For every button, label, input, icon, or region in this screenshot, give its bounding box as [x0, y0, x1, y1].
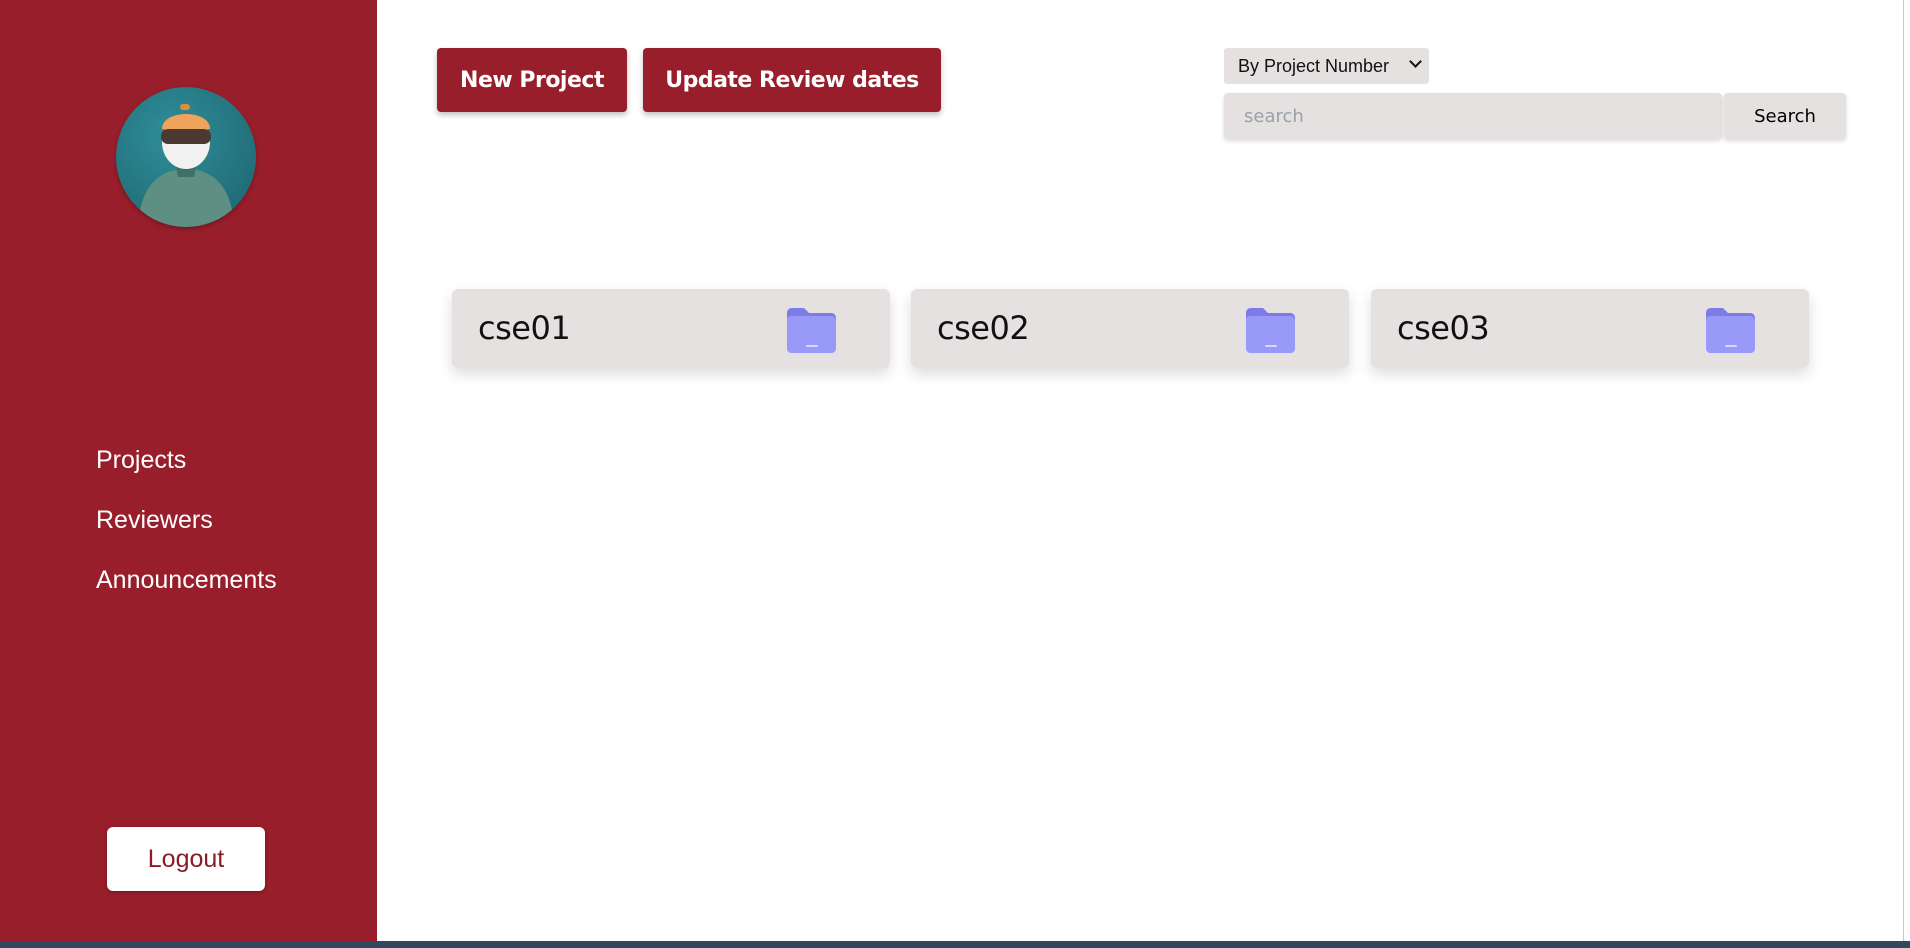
sort-select-value: By Project Number — [1238, 55, 1390, 76]
window-border — [1903, 0, 1910, 941]
project-name: cse01 — [478, 309, 571, 347]
project-name: cse03 — [1397, 309, 1490, 347]
project-card-cse03[interactable]: cse03 — [1371, 289, 1809, 368]
logout-button[interactable]: Logout — [107, 827, 265, 891]
search-button[interactable]: Search — [1724, 93, 1846, 139]
search-input[interactable] — [1224, 93, 1722, 139]
sidebar-item-reviewers[interactable]: Reviewers — [96, 506, 213, 535]
sort-select[interactable]: By Project Number — [1224, 48, 1429, 84]
update-review-dates-button[interactable]: Update Review dates — [643, 48, 941, 112]
sidebar-item-announcements[interactable]: Announcements — [96, 566, 277, 595]
folder-icon — [787, 308, 836, 353]
project-name: cse02 — [937, 309, 1030, 347]
project-card-cse01[interactable]: cse01 — [452, 289, 890, 368]
sidebar-item-projects[interactable]: Projects — [96, 446, 186, 475]
chevron-down-icon — [1409, 55, 1422, 68]
main-content — [377, 0, 1903, 941]
folder-icon — [1706, 308, 1755, 353]
new-project-button[interactable]: New Project — [437, 48, 627, 112]
app-window: Projects Reviewers Announcements Logout … — [0, 0, 1910, 948]
avatar-illustration — [138, 104, 234, 227]
sidebar: Projects Reviewers Announcements Logout — [0, 0, 377, 941]
folder-icon — [1246, 308, 1295, 353]
user-avatar — [116, 87, 256, 227]
project-card-cse02[interactable]: cse02 — [911, 289, 1349, 368]
